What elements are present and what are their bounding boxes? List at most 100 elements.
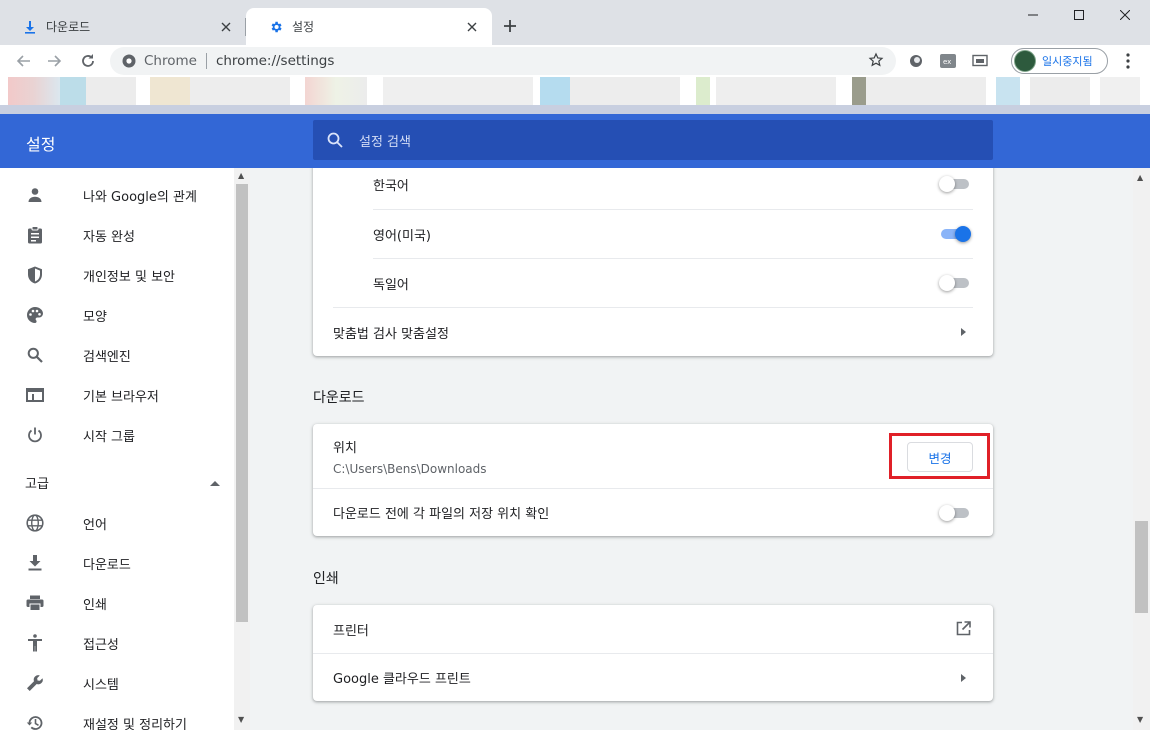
spellcheck-label: 맞춤법 검사 맞춤설정 [333, 326, 449, 342]
main-scrollbar[interactable]: ▲ ▼ [1133, 168, 1150, 730]
printers-row[interactable]: 프린터 [313, 605, 993, 653]
languages-card: 한국어 영어(미국) 독일어 맞춤법 검사 맞춤설정 [313, 168, 993, 356]
language-row[interactable]: 독일어 [313, 259, 993, 307]
settings-search-input[interactable]: 설정 검색 [313, 120, 993, 160]
language-label: 한국어 [373, 178, 409, 194]
close-icon[interactable] [464, 19, 480, 35]
scroll-down-arrow-icon[interactable]: ▼ [238, 716, 246, 724]
cast-icon[interactable] [971, 53, 989, 69]
reload-button[interactable] [76, 49, 100, 73]
extension-icon[interactable] [907, 53, 925, 69]
cloud-print-row[interactable]: Google 클라우드 프린트 [313, 654, 993, 701]
location-path: C:\Users\Bens\Downloads [333, 461, 487, 476]
sidebar-item-reset[interactable]: 재설정 및 정리하기 [0, 703, 234, 730]
profile-button[interactable]: 일시중지됨 [1011, 48, 1108, 74]
language-row[interactable]: 영어(미국) [313, 210, 993, 259]
printing-section-title: 인쇄 [313, 571, 339, 587]
location-label: 위치 [333, 440, 357, 456]
search-icon [25, 345, 45, 365]
sidebar-item-you-and-google[interactable]: 나와 Google의 관계 [0, 175, 234, 215]
page-title: 설정 [26, 135, 56, 154]
sidebar-item-label: 언어 [83, 517, 107, 533]
sidebar-item-label: 개인정보 및 보안 [83, 269, 175, 285]
sidebar-item-label: 접근성 [83, 637, 119, 653]
sidebar-item-label: 인쇄 [83, 597, 107, 613]
ask-where-to-save-row[interactable]: 다운로드 전에 각 파일의 저장 위치 확인 [313, 489, 993, 536]
bookmarks-bar [0, 77, 1150, 105]
site-label: Chrome [144, 53, 197, 69]
scroll-up-arrow-icon[interactable]: ▲ [238, 172, 246, 180]
language-toggle[interactable] [939, 225, 971, 243]
language-toggle[interactable] [939, 175, 971, 193]
sidebar-item-default-browser[interactable]: 기본 브라우저 [0, 375, 234, 415]
chevron-right-icon [959, 673, 967, 683]
browser-window-icon [25, 385, 45, 405]
shield-icon [25, 265, 45, 285]
scrollbar-thumb[interactable] [236, 184, 248, 622]
sidebar-advanced-toggle[interactable]: 고급 [25, 467, 220, 497]
sidebar-item-label: 기본 브라우저 [83, 389, 159, 405]
profile-status: 일시중지됨 [1042, 55, 1093, 68]
sidebar-item-downloads[interactable]: 다운로드 [0, 543, 234, 583]
tab-strip: 다운로드 설정 [0, 0, 1150, 45]
cloud-print-label: Google 클라우드 프린트 [333, 672, 471, 687]
sidebar-item-autofill[interactable]: 자동 완성 [0, 215, 234, 255]
accessibility-icon [25, 633, 45, 653]
ask-where-to-save-toggle[interactable] [939, 504, 971, 522]
tab-label: 설정 [292, 20, 315, 34]
language-toggle[interactable] [939, 274, 971, 292]
tab-downloads[interactable]: 다운로드 [0, 8, 246, 45]
ask-where-to-save-label: 다운로드 전에 각 파일의 저장 위치 확인 [333, 507, 550, 522]
tab-settings[interactable]: 설정 [246, 8, 492, 45]
sidebar-item-on-startup[interactable]: 시작 그룹 [0, 415, 234, 455]
maximize-button[interactable] [1056, 0, 1102, 30]
close-icon[interactable] [218, 19, 234, 35]
spellcheck-settings-row[interactable]: 맞춤법 검사 맞춤설정 [313, 308, 993, 356]
svg-text:ex: ex [943, 58, 951, 66]
caret-up-icon [210, 475, 220, 490]
globe-icon [25, 513, 45, 533]
language-label: 독일어 [373, 277, 409, 293]
back-button[interactable] [11, 49, 35, 73]
download-icon [25, 553, 45, 573]
gear-icon [268, 19, 284, 35]
scrollbar-thumb[interactable] [1135, 521, 1148, 613]
minimize-button[interactable] [1010, 0, 1056, 30]
new-tab-button[interactable] [498, 14, 522, 38]
palette-icon [25, 305, 45, 325]
url-text: chrome://settings [215, 53, 335, 69]
clipboard-icon [25, 225, 45, 245]
sidebar-item-privacy[interactable]: 개인정보 및 보안 [0, 255, 234, 295]
chrome-logo-icon [122, 54, 136, 68]
printing-card: 프린터 Google 클라우드 프린트 [313, 605, 993, 701]
sidebar-item-search-engine[interactable]: 검색엔진 [0, 335, 234, 375]
person-icon [25, 185, 45, 205]
sidebar-item-label: 재설정 및 정리하기 [83, 717, 187, 730]
external-link-icon[interactable] [955, 620, 971, 636]
sidebar-item-label: 검색엔진 [83, 349, 131, 365]
settings-main: 한국어 영어(미국) 독일어 맞춤법 검사 맞춤설정 다운로드 위치 C:\Us… [250, 168, 1133, 730]
scroll-down-arrow-icon[interactable]: ▼ [1137, 716, 1143, 724]
download-icon [22, 19, 38, 35]
printers-label: 프린터 [333, 623, 369, 639]
forward-button[interactable] [43, 49, 67, 73]
address-bar[interactable]: Chrome chrome://settings [110, 47, 896, 75]
scroll-up-arrow-icon[interactable]: ▲ [1137, 174, 1143, 182]
chrome-menu-button[interactable] [1118, 49, 1138, 73]
sidebar-item-label: 시작 그룹 [83, 429, 135, 445]
extension-icon[interactable]: ex [939, 53, 957, 69]
sidebar-section-label: 고급 [25, 476, 49, 492]
sidebar-item-accessibility[interactable]: 접근성 [0, 623, 234, 663]
bookmark-star-icon[interactable] [868, 52, 884, 72]
settings-sidebar: 나와 Google의 관계 자동 완성 개인정보 및 보안 모양 검색엔진 기본… [0, 168, 250, 730]
language-row[interactable]: 한국어 [313, 168, 993, 210]
close-window-button[interactable] [1102, 0, 1148, 30]
sidebar-item-system[interactable]: 시스템 [0, 663, 234, 703]
sidebar-item-label: 자동 완성 [83, 229, 135, 245]
chevron-right-icon [959, 327, 967, 337]
sidebar-item-printing[interactable]: 인쇄 [0, 583, 234, 623]
sidebar-item-appearance[interactable]: 모양 [0, 295, 234, 335]
history-icon [25, 713, 45, 730]
sidebar-scrollbar[interactable]: ▲ ▼ [234, 168, 250, 730]
sidebar-item-languages[interactable]: 언어 [0, 503, 234, 543]
